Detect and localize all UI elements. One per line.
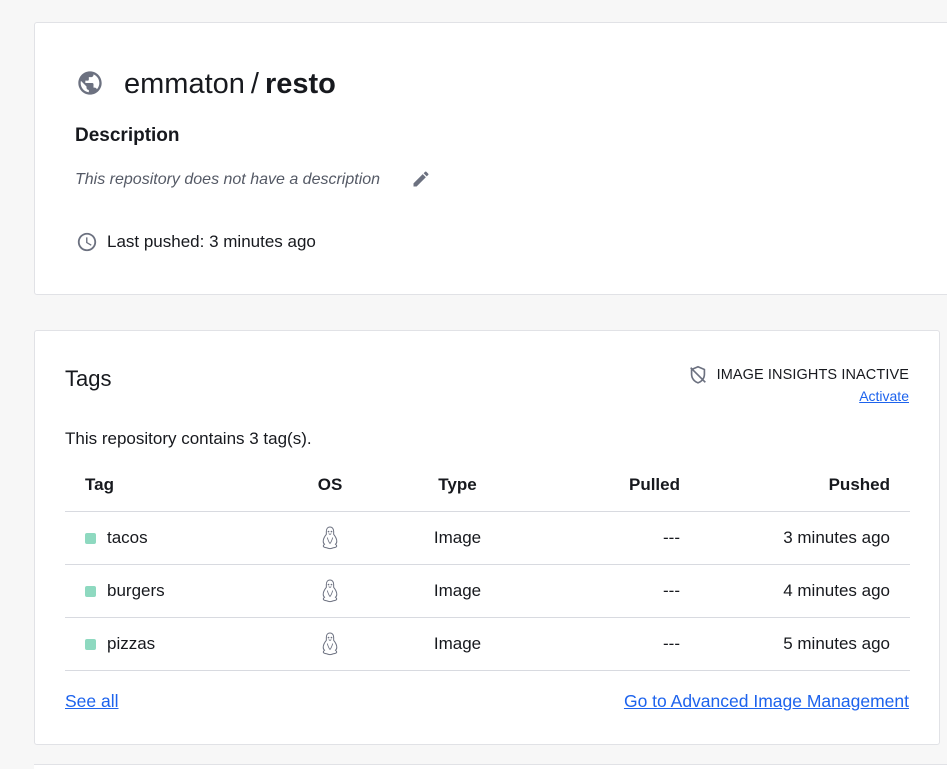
repository-namespace[interactable]: emmaton <box>124 68 245 100</box>
tag-count-text: This repository contains 3 tag(s). <box>65 429 312 448</box>
tag-pushed: 4 minutes ago <box>680 564 910 618</box>
tags-card: Tags IMAGE INSIGHTS INACTIVE Activate Th… <box>34 330 940 745</box>
linux-icon <box>322 579 338 603</box>
tag-type: Image <box>385 564 530 618</box>
tag-type: Image <box>385 617 530 671</box>
column-header-tag: Tag <box>65 459 275 512</box>
tags-heading: Tags <box>65 366 112 391</box>
column-header-os: OS <box>275 459 385 512</box>
title-separator: / <box>250 68 259 100</box>
advanced-image-management-link[interactable]: Go to Advanced Image Management <box>624 691 909 712</box>
tag-status-dot <box>85 585 96 597</box>
repository-header-card: emmaton / resto Description This repositor… <box>34 22 947 295</box>
linux-icon <box>322 526 338 550</box>
table-header-row: Tag OS Type Pulled Pushed <box>65 459 910 512</box>
tag-type: Image <box>385 511 530 565</box>
globe-icon <box>78 71 102 95</box>
last-pushed-text: Last pushed: 3 minutes ago <box>107 232 316 251</box>
description-text: This repository does not have a descript… <box>75 171 381 188</box>
tag-pulled: --- <box>530 617 680 671</box>
image-insights-label: IMAGE INSIGHTS INACTIVE <box>716 367 909 383</box>
repository-title: emmaton / resto <box>124 66 336 102</box>
pencil-icon[interactable] <box>411 169 431 189</box>
tags-table: Tag OS Type Pulled Pushed tacos Image --… <box>65 459 910 671</box>
column-header-pushed: Pushed <box>680 459 910 512</box>
see-all-link[interactable]: See all <box>65 691 119 712</box>
tag-name[interactable]: burgers <box>107 581 165 601</box>
tag-name[interactable]: pizzas <box>107 634 155 654</box>
tag-pulled: --- <box>530 564 680 618</box>
column-header-type: Type <box>385 459 530 512</box>
table-row: burgers Image --- 4 minutes ago <box>65 564 910 618</box>
image-insights-status: IMAGE INSIGHTS INACTIVE <box>687 364 909 386</box>
linux-icon <box>322 632 338 656</box>
column-header-pulled: Pulled <box>530 459 680 512</box>
tag-pushed: 3 minutes ago <box>680 511 910 565</box>
tag-status-dot <box>85 638 96 650</box>
tag-name[interactable]: tacos <box>107 528 148 548</box>
repository-name: resto <box>264 68 336 100</box>
activate-link[interactable]: Activate <box>859 388 909 404</box>
tag-status-dot <box>85 532 96 544</box>
table-row: tacos Image --- 3 minutes ago <box>65 511 910 565</box>
description-heading: Description <box>75 125 180 146</box>
table-row: pizzas Image --- 5 minutes ago <box>65 617 910 671</box>
clock-icon <box>77 232 97 252</box>
tag-pushed: 5 minutes ago <box>680 617 910 671</box>
shield-off-icon <box>689 365 706 384</box>
tag-pulled: --- <box>530 511 680 565</box>
